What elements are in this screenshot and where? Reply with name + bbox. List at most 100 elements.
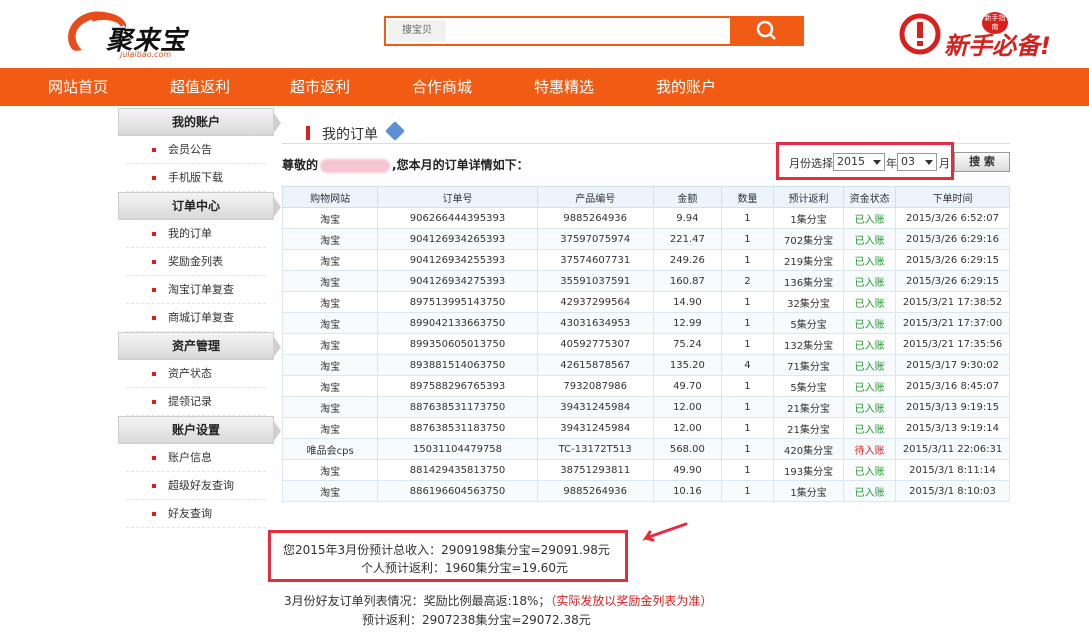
total-income: 您2015年3月份预计总收入：2909198集分宝=29091.98元 <box>283 543 610 557</box>
cell-quantity: 1 <box>721 459 774 481</box>
cell-product-id: 9885264936 <box>536 480 654 502</box>
sidebar-item-label: 账户信息 <box>168 451 212 464</box>
cell-order-id: 904126934255393 <box>377 249 538 271</box>
nav-item-my-account[interactable]: 我的账户 <box>656 68 716 106</box>
cell-amount: 249.26 <box>652 249 723 271</box>
newbie-guide-banner[interactable]: 新手必备! 新手指南 <box>898 10 1078 62</box>
sidebar-item-withdraw-records[interactable]: 提领记录 <box>126 388 266 416</box>
cell-shop: 淘宝 <box>281 354 379 376</box>
logo-subtext: julaibao.com <box>120 50 172 59</box>
query-button[interactable]: 搜 索 <box>954 152 1010 172</box>
cell-status: 已入账 <box>843 207 896 229</box>
bullet-icon <box>152 316 156 320</box>
sidebar-section-asset-management[interactable]: 资产管理 <box>118 332 281 360</box>
cell-shop: 淘宝 <box>281 333 379 355</box>
newbie-guide-badge: 新手指南 <box>982 12 1008 34</box>
sidebar-item-mall-recheck[interactable]: 商城订单复查 <box>126 304 266 332</box>
cell-order-time: 2015/3/13 9:19:14 <box>895 417 1010 439</box>
cell-amount: 75.24 <box>652 333 723 355</box>
cell-product-id: 37574607731 <box>536 249 654 271</box>
sidebar-section-order-center[interactable]: 订单中心 <box>118 192 281 220</box>
cell-shop: 淘宝 <box>281 312 379 334</box>
personal-rebate: 个人预计返利：1960集分宝=19.60元 <box>361 561 568 575</box>
cell-product-id: 7932087986 <box>536 375 654 397</box>
sidebar-item-label: 好友查询 <box>168 507 212 520</box>
title-marker <box>306 126 310 140</box>
site-logo[interactable]: 聚来宝 julaibao.com <box>62 6 192 62</box>
year-select[interactable]: 2015 <box>833 153 885 171</box>
cell-status: 已入账 <box>843 354 896 376</box>
cell-amount: 12.99 <box>652 312 723 334</box>
chevron-down-icon <box>873 160 881 165</box>
cell-amount: 49.70 <box>652 375 723 397</box>
bullet-icon <box>152 400 156 404</box>
sidebar-item-asset-status[interactable]: 资产状态 <box>126 360 266 388</box>
cell-order-time: 2015/3/21 17:37:00 <box>895 312 1010 334</box>
cell-rebate: 1集分宝 <box>772 207 845 229</box>
cell-quantity: 1 <box>721 207 774 229</box>
nav-item-special-deals[interactable]: 特惠精选 <box>534 68 594 106</box>
cell-rebate: 5集分宝 <box>772 312 845 334</box>
sidebar-item-reward-list[interactable]: 奖励金列表 <box>126 248 266 276</box>
cell-status: 已入账 <box>843 417 896 439</box>
cell-product-id: 38751293811 <box>536 459 654 481</box>
sidebar-item-account-info[interactable]: 账户信息 <box>126 444 266 472</box>
search-icon <box>756 20 776 40</box>
sidebar-item-mobile-download[interactable]: 手机版下载 <box>126 164 266 192</box>
table-row: 淘宝 899042133663750 43031634953 12.99 1 5集分宝 已入… <box>281 312 1010 334</box>
sidebar-section-account-settings[interactable]: 账户设置 <box>118 416 281 444</box>
column-header: 数量 <box>721 186 774 208</box>
month-select[interactable]: 03 <box>897 153 937 171</box>
sidebar-item-label: 手机版下载 <box>168 171 223 184</box>
cell-product-id: 37597075974 <box>536 228 654 250</box>
sidebar-item-label: 淘宝订单复查 <box>168 283 234 296</box>
cell-status: 已入账 <box>843 396 896 418</box>
cell-order-id: 897513995143750 <box>377 291 538 313</box>
sidebar-item-label: 超级好友查询 <box>168 479 234 492</box>
sidebar-item-my-orders[interactable]: 我的订单 <box>126 220 266 248</box>
sidebar-section-my-account[interactable]: 我的账户 <box>118 108 281 136</box>
table-row: 淘宝 893881514063750 42615878567 135.20 4 71集分宝… <box>281 354 1010 376</box>
sidebar-item-super-friend-query[interactable]: 超级好友查询 <box>126 472 266 500</box>
sidebar-item-friend-query[interactable]: 好友查询 <box>126 500 266 528</box>
cell-shop: 淘宝 <box>281 480 379 502</box>
search-category-label[interactable]: 搜宝贝 <box>388 20 446 42</box>
column-header: 预计返利 <box>772 186 845 208</box>
cell-status: 已入账 <box>843 270 896 292</box>
table-row: 唯品会cps 15031104479758 TC-13172T513 568.00 1 4… <box>281 438 1010 460</box>
sidebar-item-announcements[interactable]: 会员公告 <box>126 136 266 164</box>
cell-order-time: 2015/3/26 6:29:15 <box>895 270 1010 292</box>
nav-item-supermarket-rebate[interactable]: 超市返利 <box>290 68 350 106</box>
cell-quantity: 1 <box>721 249 774 271</box>
bullet-icon <box>152 232 156 236</box>
cell-order-id: 881429435813750 <box>377 459 538 481</box>
nav-item-partner-mall[interactable]: 合作商城 <box>412 68 472 106</box>
cell-order-time: 2015/3/11 22:06:31 <box>895 438 1010 460</box>
cell-shop: 淘宝 <box>281 417 379 439</box>
sidebar-item-taobao-recheck[interactable]: 淘宝订单复查 <box>126 276 266 304</box>
month-suffix: 月 <box>939 157 950 170</box>
nav-item-value-rebate[interactable]: 超值返利 <box>170 68 230 106</box>
cell-shop: 淘宝 <box>281 228 379 250</box>
sidebar-item-label: 我的订单 <box>168 227 212 240</box>
cell-quantity: 1 <box>721 228 774 250</box>
cell-order-time: 2015/3/13 9:19:15 <box>895 396 1010 418</box>
cell-order-id: 899350605013750 <box>377 333 538 355</box>
bullet-icon <box>152 372 156 376</box>
cell-status: 已入账 <box>843 312 896 334</box>
cell-status: 已入账 <box>843 249 896 271</box>
table-row: 淘宝 904126934275393 35591037591 160.87 2 136集分… <box>281 270 1010 292</box>
cell-order-id: 887638531183750 <box>377 417 538 439</box>
cell-product-id: 43031634953 <box>536 312 654 334</box>
cell-quantity: 2 <box>721 270 774 292</box>
cell-rebate: 5集分宝 <box>772 375 845 397</box>
cell-order-id: 897588296765393 <box>377 375 538 397</box>
column-header: 资金状态 <box>843 186 896 208</box>
cell-shop: 淘宝 <box>281 291 379 313</box>
search-button[interactable] <box>730 16 804 46</box>
nav-item-home[interactable]: 网站首页 <box>48 68 108 106</box>
cell-order-time: 2015/3/17 9:30:02 <box>895 354 1010 376</box>
cell-shop: 淘宝 <box>281 459 379 481</box>
cell-status: 已入账 <box>843 375 896 397</box>
search-input[interactable] <box>450 20 730 42</box>
